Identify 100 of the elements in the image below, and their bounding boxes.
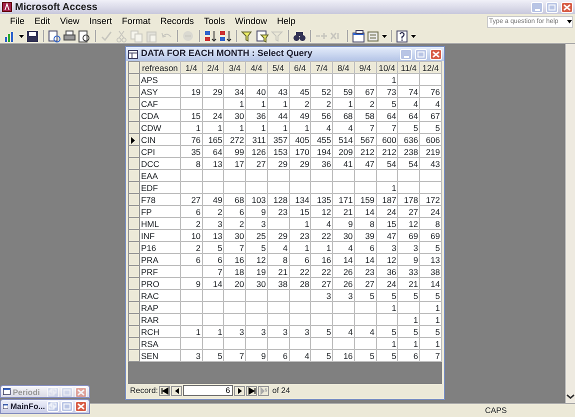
table-cell: 5 [376, 290, 398, 302]
sort-descending-icon[interactable] [219, 30, 232, 42]
column-header[interactable]: 12/4 [420, 62, 442, 74]
table-cell: 47 [354, 158, 376, 170]
column-header[interactable]: 2/4 [202, 62, 224, 74]
last-record-button[interactable] [246, 386, 258, 396]
table-cell: 27 [246, 158, 268, 170]
maximize-button[interactable] [546, 2, 558, 12]
caret-icon[interactable] [19, 34, 24, 38]
column-header[interactable]: 9/4 [354, 62, 376, 74]
table-cell: 4 [310, 218, 333, 230]
maximize-button[interactable] [415, 48, 427, 60]
menu-item[interactable]: Format [116, 15, 156, 28]
column-header[interactable]: refreason [139, 62, 180, 74]
table-cell: 171 [332, 194, 354, 206]
column-header[interactable]: 3/4 [224, 62, 246, 74]
column-header[interactable]: 1/4 [180, 62, 202, 74]
column-header[interactable]: 8/4 [332, 62, 354, 74]
table-cell: 9 [332, 218, 354, 230]
minimize-button[interactable] [400, 48, 412, 60]
filter-form-icon[interactable] [256, 30, 269, 42]
binoculars-icon[interactable] [293, 30, 306, 42]
vertical-scrollbar[interactable] [565, 44, 575, 403]
table-cell: 34 [224, 86, 246, 98]
table-cell: 16 [310, 254, 333, 266]
maximize-icon [547, 2, 557, 12]
menu-item[interactable]: View [55, 15, 84, 28]
select-all-button[interactable] [128, 62, 140, 74]
table-cell: 47 [376, 230, 398, 242]
app-key-icon [2, 2, 12, 12]
table-cell: 36 [246, 110, 268, 122]
menu-item[interactable]: Tools [198, 15, 230, 28]
close-button[interactable] [75, 387, 87, 397]
table-cell: 59 [332, 86, 354, 98]
new-object-icon[interactable] [367, 30, 380, 42]
minimized-window[interactable]: MainFo... [0, 399, 90, 414]
close-button[interactable] [430, 48, 442, 60]
save-icon[interactable] [26, 30, 39, 42]
printer-icon[interactable] [63, 30, 76, 42]
scroll-down-icon[interactable] [566, 392, 575, 401]
table-cell: 1 [289, 242, 311, 254]
table-cell: 3 [246, 218, 268, 230]
close-button[interactable] [75, 401, 87, 412]
print-preview-icon[interactable] [78, 30, 91, 42]
previous-record-button[interactable] [171, 386, 182, 396]
table-cell: 54 [376, 158, 398, 170]
minimize-button[interactable] [531, 2, 543, 12]
table-cell: PRO [139, 278, 180, 290]
record-number-field[interactable]: 6 [183, 385, 234, 396]
menu-item[interactable]: Help [272, 15, 300, 28]
help-icon[interactable] [396, 30, 409, 42]
table-cell: 13 [420, 254, 442, 266]
caret-icon[interactable] [382, 34, 387, 38]
caret-icon[interactable] [411, 34, 416, 38]
column-header[interactable]: 4/4 [246, 62, 268, 74]
row-selector[interactable] [128, 134, 140, 146]
table-cell: 6 [180, 254, 202, 266]
table-cell: 22 [310, 230, 333, 242]
table-cell: 28 [289, 278, 311, 290]
table-cell: 30 [246, 278, 268, 290]
table-cell: 5 [310, 350, 333, 362]
menu-item[interactable]: Insert [84, 15, 117, 28]
table-cell: 1 [420, 314, 442, 326]
maximize-button[interactable] [61, 401, 73, 412]
table-cell: 514 [332, 134, 354, 146]
table-cell: 38 [267, 278, 290, 290]
table-cell: 14 [420, 278, 442, 290]
table-cell: 14 [354, 206, 376, 218]
menu-item[interactable]: Records [155, 15, 199, 28]
table-cell: 7 [224, 350, 246, 362]
table-cell: 2 [224, 218, 246, 230]
restore-button[interactable] [47, 401, 59, 412]
menu-item[interactable]: Edit [30, 15, 56, 28]
maximize-icon [416, 50, 426, 58]
column-header[interactable]: 10/4 [376, 62, 398, 74]
column-header[interactable]: 5/4 [267, 62, 290, 74]
sort-ascending-icon[interactable] [204, 30, 217, 42]
table-cell: 41 [332, 158, 354, 170]
dropdown-icon[interactable] [567, 20, 572, 24]
column-header[interactable]: 11/4 [398, 62, 420, 74]
next-record-button[interactable] [234, 386, 246, 396]
table-cell: 4 [354, 326, 376, 338]
first-record-button[interactable] [159, 386, 170, 396]
column-header[interactable]: 7/4 [310, 62, 333, 74]
menu-item[interactable]: File [5, 15, 30, 28]
table-cell: 13 [202, 158, 224, 170]
close-icon [562, 2, 572, 12]
search-icon[interactable] [48, 30, 61, 42]
table-cell: 1 [376, 338, 398, 350]
column-header[interactable]: 6/4 [289, 62, 311, 74]
table-cell: 6 [354, 242, 376, 254]
table-cell: 24 [376, 206, 398, 218]
close-button[interactable] [561, 2, 573, 12]
table-cell: 3 [398, 242, 420, 254]
menu-item[interactable]: Window [230, 15, 272, 28]
table-cell: 212 [354, 146, 376, 158]
restore-button[interactable] [47, 387, 59, 397]
table-cell: 455 [310, 134, 333, 146]
table-cell: 5 [420, 290, 442, 302]
window-icon[interactable] [352, 30, 365, 42]
